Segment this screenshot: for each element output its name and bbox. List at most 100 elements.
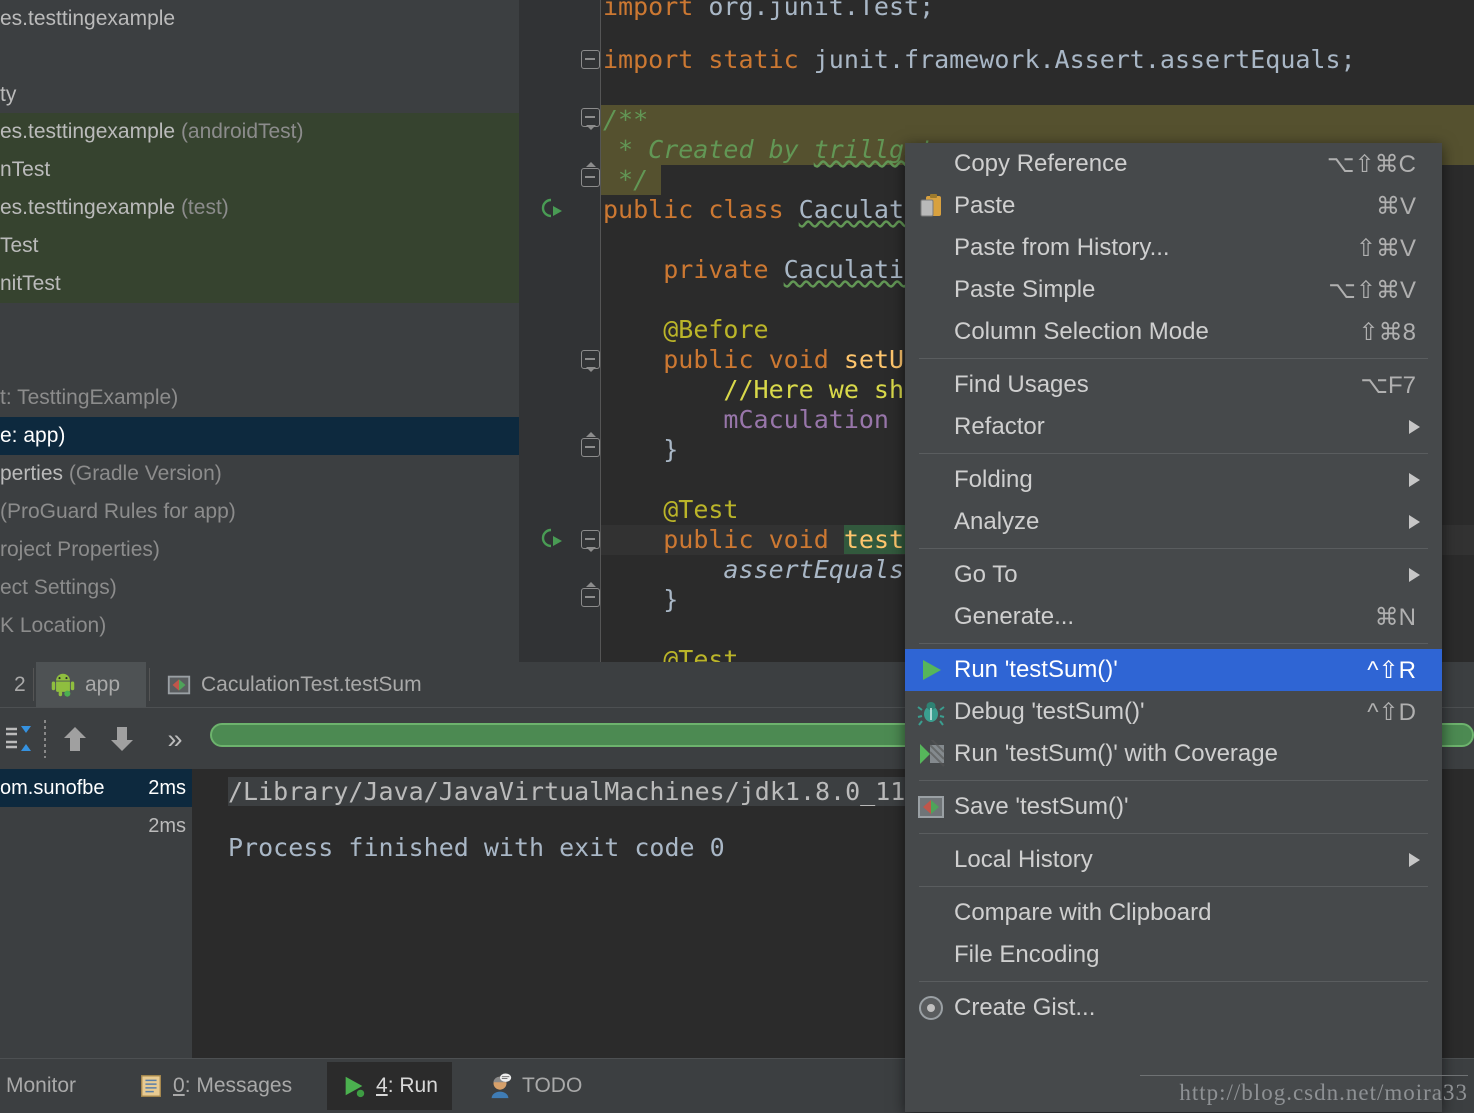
menu-item[interactable]: Debug 'testSum()'^⇧D: [905, 691, 1442, 733]
code-line: public void setUp(: [603, 345, 934, 375]
menu-item-shortcut: ⇧⌘8: [1359, 318, 1416, 347]
menu-item[interactable]: Find Usages⌥F7: [905, 364, 1442, 406]
test-result-row[interactable]: 2ms: [0, 807, 192, 845]
menu-item[interactable]: Column Selection Mode⇧⌘8: [905, 311, 1442, 353]
more-actions-button[interactable]: »: [158, 722, 192, 756]
code-line: */: [603, 165, 648, 195]
menu-item[interactable]: Folding: [905, 459, 1442, 501]
menu-item[interactable]: Local History: [905, 839, 1442, 881]
project-tree-row-label: es.testtingexample: [0, 7, 175, 30]
project-tree-row[interactable]: K Location): [0, 607, 519, 645]
menu-item-shortcut: ^⇧D: [1367, 698, 1416, 727]
run-tab[interactable]: app: [36, 662, 146, 707]
menu-item[interactable]: Run 'testSum()' with Coverage: [905, 733, 1442, 775]
run-tab-label: CaculationTest.testSum: [201, 662, 422, 707]
test-result-duration: 2ms: [148, 769, 186, 807]
menu-item[interactable]: Create Gist...: [905, 987, 1442, 1029]
project-tree-panel[interactable]: es.testtingexample ty es.testtingexample (…: [0, 0, 519, 662]
project-tree-row[interactable]: roject Properties): [0, 531, 519, 569]
tool-window-button-label: 0: Messages: [173, 1074, 292, 1098]
menu-item-shortcut: ⇧⌘V: [1356, 234, 1416, 263]
project-tree-row[interactable]: ect Settings): [0, 569, 519, 607]
menu-item-label: Local History: [954, 846, 1093, 874]
menu-item[interactable]: Copy Reference ⌥⇧⌘C: [905, 143, 1442, 185]
todo-icon: [487, 1073, 513, 1099]
menu-item[interactable]: File Encoding: [905, 934, 1442, 976]
menu-item-label: Create Gist...: [954, 994, 1095, 1022]
menu-item[interactable]: Save 'testSum()': [905, 786, 1442, 828]
project-tree-row-suffix: K Location): [0, 614, 106, 637]
run-tab[interactable]: CaculationTest.testSum: [152, 662, 462, 707]
up-arrow-icon[interactable]: [58, 722, 92, 756]
test-results-tree[interactable]: om.sunofbe2ms2ms: [0, 769, 192, 1058]
down-arrow-icon[interactable]: [105, 722, 139, 756]
code-line: /**: [603, 105, 648, 135]
fold-marker[interactable]: [581, 438, 600, 457]
menu-item-label: Copy Reference: [954, 150, 1127, 178]
tool-window-button[interactable]: TODO: [473, 1062, 596, 1110]
run-tab[interactable]: 2: [0, 662, 36, 707]
run-method-gutter-icon[interactable]: [537, 526, 567, 556]
menu-item-label: Run 'testSum()': [954, 656, 1118, 684]
fold-marker[interactable]: [581, 588, 600, 607]
menu-item[interactable]: Refactor: [905, 406, 1442, 448]
tool-window-button[interactable]: 4: Run: [327, 1062, 452, 1110]
run-tab-label: 2: [14, 662, 26, 707]
menu-item-shortcut: ⌥⇧⌘C: [1327, 150, 1416, 179]
toolbar-divider: [44, 720, 46, 758]
project-tree-row[interactable]: perties (Gradle Version): [0, 455, 519, 493]
menu-item-label: Generate...: [954, 603, 1074, 631]
project-tree-row[interactable]: nitTest: [0, 265, 519, 303]
project-tree-row-suffix: (ProGuard Rules for app): [0, 500, 236, 523]
project-tree-row[interactable]: es.testtingexample: [0, 0, 519, 38]
project-tree-row-label: perties: [0, 462, 63, 485]
project-tree-row[interactable]: nTest: [0, 151, 519, 189]
code-line: }: [603, 435, 678, 465]
project-tree-row[interactable]: e: app): [0, 417, 519, 455]
fold-marker[interactable]: [581, 108, 600, 127]
gutter-divider: [600, 0, 601, 662]
android-icon: [50, 672, 76, 698]
code-line: @Before: [603, 315, 769, 345]
project-tree-row-label: Test: [0, 234, 39, 257]
tool-window-button[interactable]: Monitor: [0, 1062, 90, 1110]
project-tree-row-label: es.testtingexample: [0, 196, 175, 219]
project-tree-row[interactable]: es.testtingexample (androidTest): [0, 113, 519, 151]
project-tree-row[interactable]: t: TesttingExample): [0, 379, 519, 417]
editor-gutter[interactable]: [519, 0, 601, 662]
menu-separator: [919, 548, 1428, 549]
menu-item[interactable]: Run 'testSum()'^⇧R: [905, 649, 1442, 691]
project-tree-row[interactable]: es.testtingexample (test): [0, 189, 519, 227]
menu-item-label: Folding: [954, 466, 1033, 494]
tool-window-button-label: TODO: [522, 1074, 582, 1098]
menu-item[interactable]: Paste⌘V: [905, 185, 1442, 227]
project-tree-row[interactable]: ty: [0, 76, 519, 114]
fold-marker[interactable]: [581, 168, 600, 187]
project-tree-row-label: ty: [0, 83, 16, 106]
menu-item[interactable]: Paste from History...⇧⌘V: [905, 227, 1442, 269]
menu-item[interactable]: Compare with Clipboard: [905, 892, 1442, 934]
tool-window-button[interactable]: 0: Messages: [124, 1062, 306, 1110]
menu-item[interactable]: Go To: [905, 554, 1442, 596]
editor-context-menu[interactable]: Copy Reference ⌥⇧⌘C Paste⌘VPaste from Hist…: [905, 143, 1442, 1112]
project-tree-row[interactable]: (ProGuard Rules for app): [0, 493, 519, 531]
code-line: * Created by trillgat: [603, 135, 934, 165]
menu-item-shortcut: ⌘V: [1376, 192, 1416, 221]
test-result-row[interactable]: om.sunofbe2ms: [0, 769, 192, 807]
menu-item-label: Refactor: [954, 413, 1045, 441]
menu-item[interactable]: Paste Simple ⌥⇧⌘V: [905, 269, 1442, 311]
code-line: import static junit.framework.Assert.ass…: [603, 45, 1356, 75]
fold-marker[interactable]: [581, 350, 600, 369]
fold-marker[interactable]: [581, 530, 600, 549]
run-test-gutter-icon[interactable]: [537, 196, 567, 226]
expand-collapse-icon[interactable]: [0, 722, 34, 756]
project-tree-row-suffix: (androidTest): [175, 120, 303, 143]
project-tree-row-label: e: app): [0, 424, 65, 447]
menu-item-label: Paste Simple: [954, 276, 1095, 304]
fold-marker[interactable]: [581, 50, 600, 69]
menu-item-shortcut: ⌥⇧⌘V: [1328, 276, 1416, 305]
project-tree-row[interactable]: Test: [0, 227, 519, 265]
clipboard-icon: [917, 192, 945, 220]
menu-item[interactable]: Analyze: [905, 501, 1442, 543]
menu-item[interactable]: Generate...⌘N: [905, 596, 1442, 638]
